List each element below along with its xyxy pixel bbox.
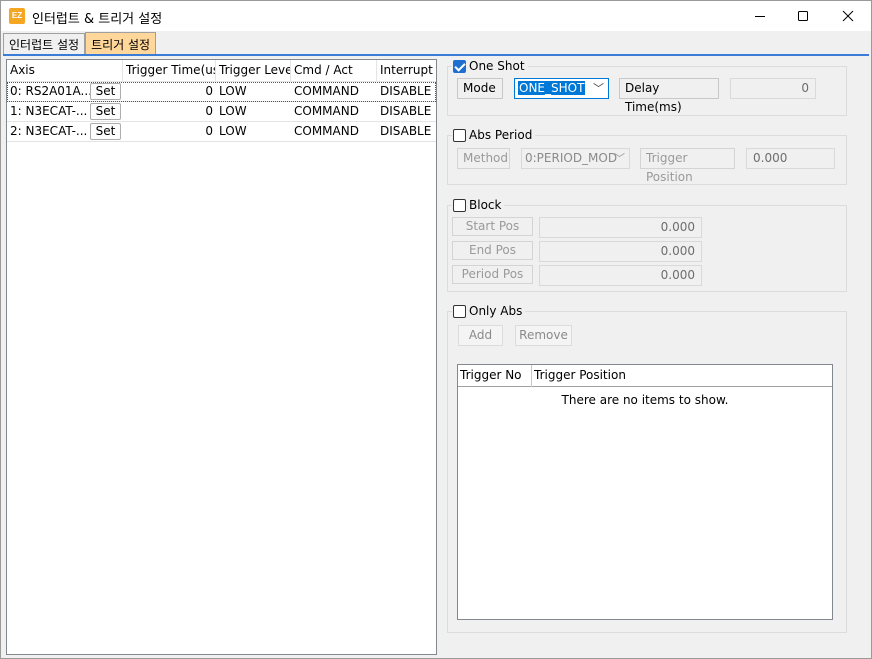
window-title: 인터럽트 & 트리거 설정 bbox=[32, 12, 163, 27]
column-header-cmd-act[interactable]: Cmd / Act bbox=[291, 60, 377, 82]
remove-button[interactable]: Remove bbox=[515, 325, 572, 346]
panel-splitter[interactable] bbox=[438, 59, 443, 655]
maximize-button[interactable] bbox=[780, 1, 826, 31]
set-button[interactable]: Set bbox=[90, 103, 121, 120]
start-pos-label: Start Pos bbox=[452, 217, 533, 236]
axis-list[interactable]: Axis Trigger Time(us) Trigger Level Cmd … bbox=[6, 59, 437, 655]
block-label: Block bbox=[469, 198, 502, 212]
end-pos-label: End Pos bbox=[452, 241, 533, 260]
minimize-icon bbox=[755, 16, 765, 17]
mode-select-value: ONE_SHOT bbox=[518, 81, 586, 95]
only-abs-label: Only Abs bbox=[469, 304, 523, 318]
trigger-position-input[interactable]: 0.000 bbox=[746, 148, 835, 169]
table-row[interactable]: 1: N3ECAT-... Set 0 LOW COMMAND DISABLE bbox=[7, 102, 436, 122]
axis-cell: 2: N3ECAT-... Set bbox=[7, 122, 123, 141]
end-pos-input[interactable]: 0.000 bbox=[539, 241, 702, 262]
app-logo-icon: EZ bbox=[9, 8, 25, 24]
abs-period-header: Abs Period bbox=[452, 127, 536, 143]
empty-list-message: There are no items to show. bbox=[561, 393, 729, 407]
table-row[interactable]: 2: N3ECAT-... Set 0 LOW COMMAND DISABLE bbox=[7, 122, 436, 142]
interrupt-cell: DISABLE bbox=[380, 124, 432, 138]
period-pos-input[interactable]: 0.000 bbox=[539, 265, 702, 286]
column-header-trigger-level[interactable]: Trigger Level bbox=[216, 60, 291, 82]
block-header: Block bbox=[452, 197, 505, 213]
close-icon bbox=[842, 10, 854, 22]
trigger-time-cell: 0 bbox=[205, 124, 213, 138]
axis-list-header: Axis Trigger Time(us) Trigger Level Cmd … bbox=[7, 60, 436, 82]
trigger-options-panel: One Shot Mode ONE_SHOT ﹀ Delay Time(ms) … bbox=[444, 58, 868, 655]
title-bar: EZ 인터럽트 & 트리거 설정 bbox=[1, 1, 871, 31]
cmd-act-cell: COMMAND bbox=[294, 104, 359, 118]
chevron-down-icon: ﹀ bbox=[614, 152, 625, 165]
maximize-icon bbox=[798, 11, 808, 21]
trigger-level-cell: LOW bbox=[219, 104, 247, 118]
period-pos-label: Period Pos bbox=[452, 265, 533, 284]
interrupt-cell: DISABLE bbox=[380, 84, 432, 98]
chevron-down-icon: ﹀ bbox=[593, 82, 604, 95]
block-checkbox[interactable] bbox=[453, 198, 466, 212]
trigger-list-header: Trigger No Trigger Position bbox=[458, 365, 832, 387]
tab-trigger-settings[interactable]: 트리거 설정 bbox=[85, 32, 157, 55]
tab-interrupt-settings[interactable]: 인터럽트 설정 bbox=[3, 33, 86, 55]
only-abs-header: Only Abs bbox=[452, 303, 526, 319]
method-select[interactable]: 0:PERIOD_MOD ﹀ bbox=[521, 148, 630, 169]
abs-period-checkbox[interactable] bbox=[453, 128, 466, 142]
column-header-interrupt[interactable]: Interrupt bbox=[377, 60, 435, 82]
axis-cell: 0: RS2A01A... Set bbox=[7, 82, 123, 101]
trigger-level-cell: LOW bbox=[219, 84, 247, 98]
axis-name: 2: N3ECAT-... bbox=[10, 124, 88, 138]
delay-time-input[interactable]: 0 bbox=[730, 78, 816, 99]
trigger-position-label: Trigger Position bbox=[640, 148, 735, 184]
only-abs-checkbox[interactable] bbox=[453, 304, 466, 318]
one-shot-header: One Shot bbox=[452, 58, 528, 74]
close-button[interactable] bbox=[825, 1, 871, 31]
column-header-axis[interactable]: Axis bbox=[7, 60, 123, 82]
one-shot-checkbox[interactable] bbox=[453, 59, 466, 73]
start-pos-input[interactable]: 0.000 bbox=[539, 217, 702, 238]
column-header-trigger-position[interactable]: Trigger Position bbox=[532, 365, 832, 387]
dialog-window: EZ 인터럽트 & 트리거 설정 인터럽트 설정 트리거 설정 Axis Tri… bbox=[0, 0, 872, 659]
delay-time-label: Delay Time(ms) bbox=[619, 78, 719, 114]
axis-name: 1: N3ECAT-... bbox=[10, 104, 88, 118]
axis-cell: 1: N3ECAT-... Set bbox=[7, 102, 123, 121]
cmd-act-cell: COMMAND bbox=[294, 84, 359, 98]
one-shot-label: One Shot bbox=[469, 59, 525, 73]
cmd-act-cell: COMMAND bbox=[294, 124, 359, 138]
column-header-trigger-time[interactable]: Trigger Time(us) bbox=[123, 60, 216, 82]
trigger-time-cell: 0 bbox=[205, 104, 213, 118]
axis-name: 0: RS2A01A... bbox=[10, 84, 93, 98]
set-button[interactable]: Set bbox=[90, 83, 121, 100]
minimize-button[interactable] bbox=[737, 1, 783, 31]
trigger-time-cell: 0 bbox=[205, 84, 213, 98]
trigger-level-cell: LOW bbox=[219, 124, 247, 138]
mode-select[interactable]: ONE_SHOT ﹀ bbox=[514, 78, 609, 99]
interrupt-cell: DISABLE bbox=[380, 104, 432, 118]
column-header-trigger-no[interactable]: Trigger No bbox=[458, 365, 532, 387]
trigger-position-list[interactable]: Trigger No Trigger Position There are no… bbox=[457, 364, 833, 620]
mode-label: Mode bbox=[457, 78, 503, 99]
table-row[interactable]: 0: RS2A01A... Set 0 LOW COMMAND DISABLE bbox=[7, 82, 436, 102]
tab-divider bbox=[3, 54, 869, 56]
abs-period-label: Abs Period bbox=[469, 128, 533, 142]
method-select-value: 0:PERIOD_MOD bbox=[525, 151, 618, 165]
method-label: Method bbox=[457, 148, 510, 169]
add-button[interactable]: Add bbox=[458, 325, 503, 346]
tab-strip: 인터럽트 설정 트리거 설정 bbox=[3, 32, 157, 55]
set-button[interactable]: Set bbox=[90, 123, 121, 140]
